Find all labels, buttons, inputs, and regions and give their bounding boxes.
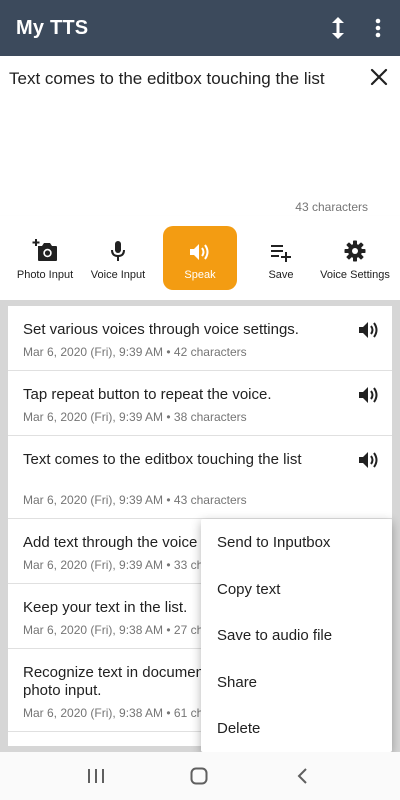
sort-icon[interactable] <box>318 0 358 56</box>
app-bar: My TTS <box>0 0 400 56</box>
list-item-text: Text comes to the editbox touching the l… <box>23 451 302 468</box>
photo-input-label: Photo Input <box>16 268 74 281</box>
list-item[interactable]: Set various voices through voice setting… <box>8 306 392 371</box>
list-item[interactable]: Tap repeat button to repeat the voice. M… <box>8 371 392 436</box>
play-speaker-icon[interactable] <box>358 450 380 470</box>
voice-input-button[interactable]: Voice Input <box>84 226 152 290</box>
list-item-text: Tap repeat button to repeat the voice. <box>23 386 272 403</box>
play-speaker-icon[interactable] <box>358 320 380 340</box>
clear-icon[interactable] <box>368 66 390 88</box>
menu-item-copy-text[interactable]: Copy text <box>217 581 280 598</box>
menu-item-send-to-inputbox[interactable]: Send to Inputbox <box>217 534 330 551</box>
char-count: 43 characters <box>295 200 368 214</box>
list-item-meta: Mar 6, 2020 (Fri), 9:39 AM • 38 characte… <box>23 410 247 424</box>
speak-label: Speak <box>184 268 216 281</box>
system-nav-bar <box>0 752 400 800</box>
menu-item-share[interactable]: Share <box>217 674 257 691</box>
voice-settings-button[interactable]: Voice Settings <box>318 226 392 290</box>
recent-apps-icon[interactable] <box>84 764 108 788</box>
microphone-icon <box>110 236 126 262</box>
save-button[interactable]: Save <box>256 226 306 290</box>
back-icon[interactable] <box>291 764 315 788</box>
voice-input-label: Voice Input <box>90 268 146 281</box>
voice-settings-label: Voice Settings <box>320 268 390 281</box>
speaker-icon <box>189 236 211 262</box>
photo-input-button[interactable]: Photo Input <box>8 226 82 290</box>
play-speaker-icon[interactable] <box>358 385 380 405</box>
playlist-add-icon <box>270 236 292 262</box>
text-editbox[interactable]: Text comes to the editbox touching the l… <box>0 56 400 216</box>
speak-button[interactable]: Speak <box>163 226 237 290</box>
camera-plus-icon <box>32 236 58 262</box>
menu-item-save-to-audio-file[interactable]: Save to audio file <box>217 627 332 644</box>
gear-icon <box>344 236 366 262</box>
save-label: Save <box>268 268 294 281</box>
menu-item-delete[interactable]: Delete <box>217 720 260 737</box>
list-item-meta: Mar 6, 2020 (Fri), 9:39 AM • 43 characte… <box>23 493 247 507</box>
list-item-meta: Mar 6, 2020 (Fri), 9:39 AM • 42 characte… <box>23 345 247 359</box>
action-toolbar: Photo Input Voice Input Speak Save Voice… <box>0 216 400 300</box>
more-options-icon[interactable] <box>358 0 398 56</box>
list-item[interactable]: Text comes to the editbox touching the l… <box>8 436 392 519</box>
list-item-text: Set various voices through voice setting… <box>23 321 299 338</box>
app-title: My TTS <box>16 16 89 39</box>
home-icon[interactable] <box>187 764 211 788</box>
context-menu: Send to Inputbox Copy text Save to audio… <box>201 519 392 752</box>
edit-text[interactable]: Text comes to the editbox touching the l… <box>9 68 349 90</box>
